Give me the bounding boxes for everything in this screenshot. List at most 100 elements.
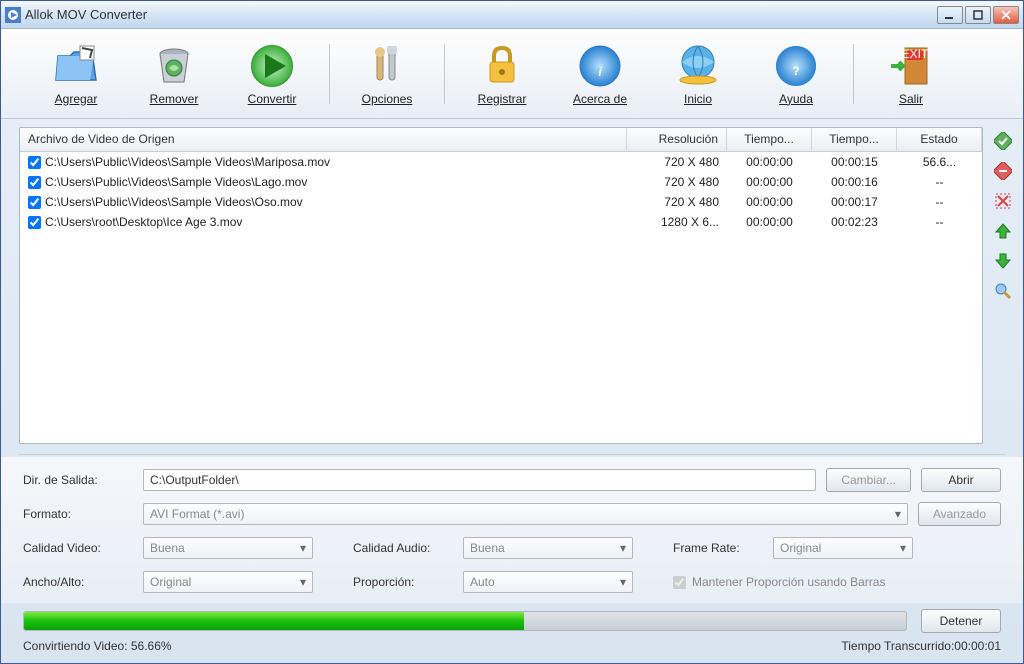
settings-panel: Dir. de Salida: Cambiar... Abrir Formato… bbox=[1, 457, 1023, 603]
help-button[interactable]: ? Ayuda bbox=[751, 42, 841, 106]
properties-button[interactable] bbox=[993, 281, 1013, 301]
play-icon bbox=[248, 42, 296, 90]
outdir-label: Dir. de Salida: bbox=[23, 473, 133, 487]
cell-t2: 00:02:23 bbox=[812, 213, 897, 231]
titlebar: Allok MOV Converter bbox=[1, 1, 1023, 29]
row-checkbox[interactable] bbox=[28, 196, 41, 209]
divider bbox=[19, 454, 1005, 455]
svg-text:?: ? bbox=[792, 64, 799, 78]
minimize-button[interactable] bbox=[937, 6, 963, 24]
about-button[interactable]: i Acerca de bbox=[555, 42, 645, 106]
info-icon: i bbox=[576, 42, 624, 90]
home-label: Inicio bbox=[684, 92, 712, 106]
window-controls bbox=[937, 6, 1019, 24]
exit-button[interactable]: EXIT Salir bbox=[866, 42, 956, 106]
side-tools bbox=[993, 131, 1013, 301]
lock-icon bbox=[478, 42, 526, 90]
remove-button[interactable]: Remover bbox=[129, 42, 219, 106]
format-label: Formato: bbox=[23, 507, 133, 521]
app-icon bbox=[5, 7, 21, 23]
cell-res: 720 X 480 bbox=[627, 153, 727, 171]
progress-bar bbox=[23, 611, 907, 631]
stop-button[interactable]: Detener bbox=[921, 609, 1001, 633]
move-down-button[interactable] bbox=[993, 251, 1013, 271]
th-resolution[interactable]: Resolución bbox=[627, 128, 727, 151]
svg-text:EXIT: EXIT bbox=[902, 47, 929, 61]
window-title: Allok MOV Converter bbox=[25, 7, 937, 22]
cell-res: 1280 X 6... bbox=[627, 213, 727, 231]
add-button[interactable]: Agregar bbox=[31, 42, 121, 106]
cell-status: -- bbox=[897, 213, 982, 231]
prop-label: Proporción: bbox=[353, 575, 453, 589]
row-checkbox[interactable] bbox=[28, 176, 41, 189]
th-time1[interactable]: Tiempo... bbox=[727, 128, 812, 151]
help-label: Ayuda bbox=[779, 92, 813, 106]
th-time2[interactable]: Tiempo... bbox=[812, 128, 897, 151]
th-status[interactable]: Estado bbox=[897, 128, 982, 151]
cell-t1: 00:00:00 bbox=[727, 173, 812, 191]
help-icon: ? bbox=[772, 42, 820, 90]
app-window: Allok MOV Converter Agregar Remover Conv… bbox=[0, 0, 1024, 664]
progress-fill bbox=[24, 612, 524, 630]
row-checkbox[interactable] bbox=[28, 156, 41, 169]
fr-label: Frame Rate: bbox=[673, 541, 763, 555]
content-area: Archivo de Video de Origen Resolución Ti… bbox=[1, 119, 1023, 452]
aq-select[interactable]: Buena bbox=[463, 537, 633, 559]
move-up-button[interactable] bbox=[993, 221, 1013, 241]
row-checkbox[interactable] bbox=[28, 216, 41, 229]
separator bbox=[853, 44, 854, 104]
status-left: Convirtiendo Video: 56.66% bbox=[23, 639, 841, 653]
cell-t2: 00:00:16 bbox=[812, 173, 897, 191]
options-button[interactable]: Opciones bbox=[342, 42, 432, 106]
status-right: Tiempo Transcurrido:00:00:01 bbox=[841, 639, 1001, 653]
about-label: Acerca de bbox=[573, 92, 627, 106]
cell-t2: 00:00:15 bbox=[812, 153, 897, 171]
fr-select[interactable]: Original bbox=[773, 537, 913, 559]
keepbars-checkbox[interactable]: Mantener Proporción usando Barras bbox=[673, 575, 885, 589]
table-row[interactable]: C:\Users\Public\Videos\Sample Videos\Oso… bbox=[20, 192, 982, 212]
cell-res: 720 X 480 bbox=[627, 173, 727, 191]
keepbars-input[interactable] bbox=[673, 576, 686, 589]
globe-icon bbox=[674, 42, 722, 90]
cell-status: -- bbox=[897, 193, 982, 211]
cell-t1: 00:00:00 bbox=[727, 213, 812, 231]
prop-select[interactable]: Auto bbox=[463, 571, 633, 593]
table-header: Archivo de Video de Origen Resolución Ti… bbox=[20, 128, 982, 152]
table-row[interactable]: C:\Users\Public\Videos\Sample Videos\Lag… bbox=[20, 172, 982, 192]
deselect-button[interactable] bbox=[993, 161, 1013, 181]
advanced-button[interactable]: Avanzado bbox=[918, 502, 1001, 526]
cell-status: 56.6... bbox=[897, 153, 982, 171]
outdir-input[interactable] bbox=[143, 469, 816, 491]
vq-select[interactable]: Buena bbox=[143, 537, 313, 559]
table-body: C:\Users\Public\Videos\Sample Videos\Mar… bbox=[20, 152, 982, 232]
register-button[interactable]: Registrar bbox=[457, 42, 547, 106]
table-row[interactable]: C:\Users\root\Desktop\Ice Age 3.mov 1280… bbox=[20, 212, 982, 232]
remove-selected-button[interactable] bbox=[993, 191, 1013, 211]
table-row[interactable]: C:\Users\Public\Videos\Sample Videos\Mar… bbox=[20, 152, 982, 172]
vq-label: Calidad Video: bbox=[23, 541, 133, 555]
remove-label: Remover bbox=[150, 92, 199, 106]
th-source[interactable]: Archivo de Video de Origen bbox=[20, 128, 627, 151]
options-label: Opciones bbox=[362, 92, 413, 106]
home-button[interactable]: Inicio bbox=[653, 42, 743, 106]
open-button[interactable]: Abrir bbox=[921, 468, 1001, 492]
toolbar: Agregar Remover Convertir Opciones Regis… bbox=[1, 29, 1023, 119]
cell-t2: 00:00:17 bbox=[812, 193, 897, 211]
select-all-button[interactable] bbox=[993, 131, 1013, 151]
aq-label: Calidad Audio: bbox=[353, 541, 453, 555]
convert-button[interactable]: Convertir bbox=[227, 42, 317, 106]
cell-path: C:\Users\Public\Videos\Sample Videos\Lag… bbox=[45, 175, 307, 189]
wh-label: Ancho/Alto: bbox=[23, 575, 133, 589]
close-button[interactable] bbox=[993, 6, 1019, 24]
cell-t1: 00:00:00 bbox=[727, 193, 812, 211]
register-label: Registrar bbox=[478, 92, 527, 106]
trash-icon bbox=[150, 42, 198, 90]
format-select[interactable]: AVI Format (*.avi) bbox=[143, 503, 908, 525]
wh-select[interactable]: Original bbox=[143, 571, 313, 593]
separator bbox=[329, 44, 330, 104]
exit-door-icon: EXIT bbox=[887, 42, 935, 90]
change-button[interactable]: Cambiar... bbox=[826, 468, 911, 492]
cell-t1: 00:00:00 bbox=[727, 153, 812, 171]
file-table: Archivo de Video de Origen Resolución Ti… bbox=[19, 127, 983, 444]
maximize-button[interactable] bbox=[965, 6, 991, 24]
